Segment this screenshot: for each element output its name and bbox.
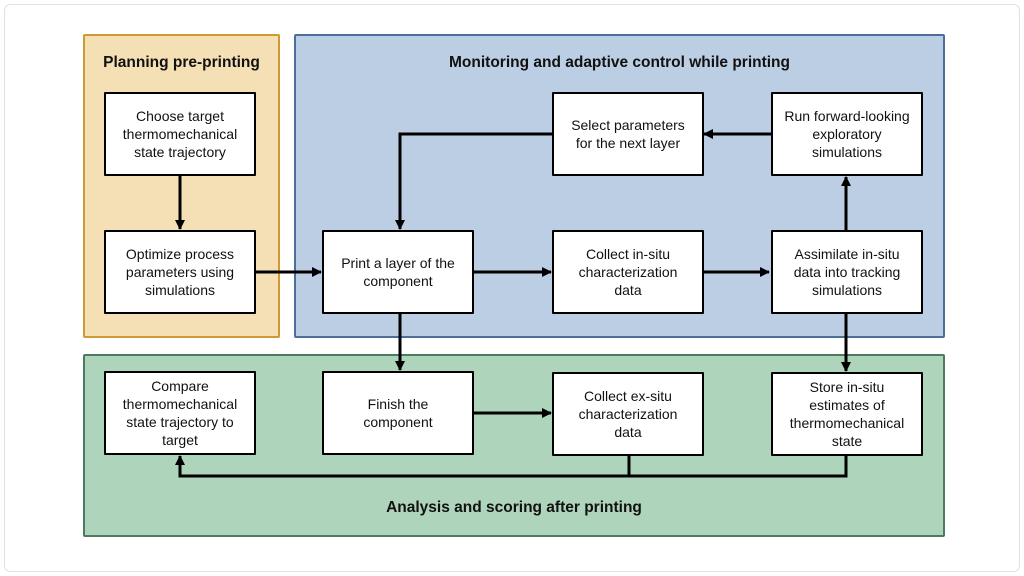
box-run-forward: Run forward-looking exploratory simulati… (771, 92, 923, 176)
arrow-store-to-compare (175, 455, 848, 478)
arrow-select-to-print (395, 132, 553, 230)
box-assimilate: Assimilate in-situ data into tracking si… (771, 230, 923, 314)
box-select-params: Select parameters for the next layer (552, 92, 704, 176)
box-finish: Finish the component (322, 371, 474, 455)
box-store: Store in-situ estimates of thermomechani… (771, 372, 923, 456)
box-optimize: Optimize process parameters using simula… (104, 230, 256, 314)
box-collect-ex-situ: Collect ex-situ characterization data (552, 372, 704, 456)
box-collect-in-situ: Collect in-situ characterization data (552, 230, 704, 314)
box-print-layer: Print a layer of the component (322, 230, 474, 314)
box-compare: Compare thermomechanical state trajector… (104, 371, 256, 455)
box-choose-target: Choose target thermomechanical state tra… (104, 92, 256, 176)
